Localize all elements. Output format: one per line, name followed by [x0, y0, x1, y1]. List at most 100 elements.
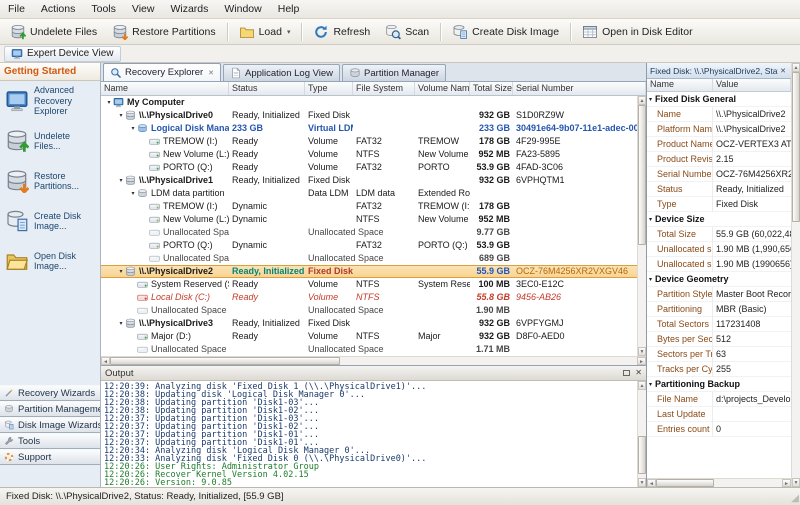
create-disk-image-button[interactable]: Create Disk Image — [445, 21, 566, 43]
tree-row-unallocated-space[interactable]: Unallocated SpaceUnallocated Space1.71 M… — [101, 343, 637, 356]
expander-icon[interactable]: ▾ — [117, 317, 125, 330]
tree-row-tremow-i[interactable]: TREMOW (I:)DynamicFAT32TREMOW (I:)178 GB — [101, 200, 637, 213]
column-header-status[interactable]: Status — [229, 82, 305, 95]
tree-row-physicaldrive3[interactable]: ▾\\.\PhysicalDrive3Ready, InitializedFix… — [101, 317, 637, 330]
open-in-disk-editor-button[interactable]: Open in Disk Editor — [575, 21, 699, 43]
tree-row-physicaldrive1[interactable]: ▾\\.\PhysicalDrive1Ready, InitializedFix… — [101, 174, 637, 187]
property-row-type[interactable]: TypeFixed Disk — [647, 197, 791, 212]
sidebar-section-disk-image-wizards[interactable]: Disk Image Wizards — [0, 417, 100, 433]
property-row-unallocated-span[interactable]: Unallocated span1.90 MB (1990656) — [647, 257, 791, 272]
expander-icon[interactable]: ▾ — [129, 122, 137, 135]
output-vertical-scrollbar[interactable]: ▲ ▼ — [637, 381, 646, 487]
scrollbar-thumb[interactable] — [792, 72, 800, 222]
sidebar-item-create-disk-image[interactable]: Create Disk Image... — [0, 201, 100, 241]
property-row-partition-style[interactable]: Partition StyleMaster Boot Record — [647, 287, 791, 302]
property-group-fixed-disk-general[interactable]: ▾Fixed Disk General — [647, 92, 791, 107]
expander-icon[interactable]: ▾ — [117, 109, 125, 122]
property-group-device-size[interactable]: ▾Device Size — [647, 212, 791, 227]
properties-horizontal-scrollbar[interactable]: ◄ ► — [647, 478, 791, 487]
expander-icon[interactable]: ▾ — [117, 174, 125, 187]
group-expander-icon[interactable]: ▾ — [649, 381, 652, 388]
property-group-device-geometry[interactable]: ▾Device Geometry — [647, 272, 791, 287]
resize-grip[interactable]: ◢ — [791, 493, 799, 505]
sidebar-section-tools[interactable]: Tools — [0, 433, 100, 449]
scroll-right-icon[interactable]: ► — [637, 357, 646, 365]
sidebar-item-restore-partitions[interactable]: Restore Partitions... — [0, 161, 100, 201]
sidebar-item-advanced-recovery-explorer[interactable]: Advanced Recovery Explorer — [0, 81, 100, 121]
scroll-right-icon[interactable]: ► — [782, 479, 791, 487]
scrollbar-thumb[interactable] — [638, 105, 646, 245]
property-row-tracks-per-cylinder[interactable]: Tracks per Cylinder255 — [647, 362, 791, 377]
tree-row-ldm-data-partition[interactable]: ▾LDM data partitionData LDMLDM dataExten… — [101, 187, 637, 200]
restore-partitions-button[interactable]: Restore Partitions — [105, 21, 222, 43]
property-row-product-revision[interactable]: Product Revision2.15 — [647, 152, 791, 167]
tree-row-porto-q[interactable]: PORTO (Q:)ReadyVolumeFAT32PORTO53.9 GB4F… — [101, 161, 637, 174]
property-row-unallocated-space[interactable]: Unallocated space1.90 MB (1,990,656 b — [647, 242, 791, 257]
property-row-name[interactable]: Name\\.\PhysicalDrive2 — [647, 107, 791, 122]
sidebar-item-open-disk-image[interactable]: Open Disk Image... — [0, 241, 100, 281]
property-row-product-name[interactable]: Product NameOCZ-VERTEX3 ATA D — [647, 137, 791, 152]
column-header-value[interactable]: Value — [713, 79, 791, 91]
close-properties-icon[interactable]: ✕ — [778, 67, 788, 75]
scroll-left-icon[interactable]: ◄ — [647, 479, 656, 487]
sidebar-section-recovery-wizards[interactable]: Recovery Wizards — [0, 385, 100, 401]
scroll-down-icon[interactable]: ▼ — [792, 478, 800, 487]
property-row-total-sectors[interactable]: Total Sectors117231408 — [647, 317, 791, 332]
tree-row-unallocated-space[interactable]: Unallocated SpaceUnallocated Space689 GB — [101, 252, 637, 265]
scroll-down-icon[interactable]: ▼ — [638, 347, 646, 356]
expander-icon[interactable]: ▾ — [129, 187, 137, 200]
column-header-name[interactable]: Name — [101, 82, 229, 95]
tree-row-system-reserved-s[interactable]: System Reserved (S:)ReadyVolumeNTFSSyste… — [101, 278, 637, 291]
table-vertical-scrollbar[interactable]: ▲ ▼ — [637, 96, 646, 356]
property-row-file-name[interactable]: File Named:\projects_Developm — [647, 392, 791, 407]
scrollbar-thumb[interactable] — [656, 479, 714, 487]
property-row-total-size[interactable]: Total Size55.9 GB (60,022,480 b — [647, 227, 791, 242]
tree-row-unallocated-space[interactable]: Unallocated SpaceUnallocated Space1.90 M… — [101, 304, 637, 317]
menu-file[interactable]: File — [0, 0, 33, 18]
tree-row-my-computer[interactable]: ▾My Computer — [101, 96, 637, 109]
column-header-volume-name[interactable]: Volume Name — [415, 82, 470, 95]
tab-application-log-view[interactable]: Application Log View — [223, 64, 340, 81]
scrollbar-thumb[interactable] — [110, 357, 340, 365]
scroll-left-icon[interactable]: ◄ — [101, 357, 110, 365]
undelete-files-button[interactable]: Undelete Files — [3, 21, 104, 43]
property-row-serial-number[interactable]: Serial NumberOCZ-76M4256XR2V — [647, 167, 791, 182]
property-row-entries-count[interactable]: Entries count0 — [647, 422, 791, 437]
tree-row-new-volume-l[interactable]: New Volume (L:)DynamicNTFSNew Volume (L:… — [101, 213, 637, 226]
menu-actions[interactable]: Actions — [33, 0, 83, 18]
scrollbar-thumb[interactable] — [638, 436, 646, 475]
group-expander-icon[interactable]: ▾ — [649, 216, 652, 223]
tab-recovery-explorer[interactable]: Recovery Explorer✕ — [103, 63, 221, 81]
group-expander-icon[interactable]: ▾ — [649, 276, 652, 283]
menu-wizards[interactable]: Wizards — [162, 0, 216, 18]
menu-window[interactable]: Window — [216, 0, 269, 18]
expert-device-view-button[interactable]: Expert Device View — [4, 46, 121, 62]
tree-row-physicaldrive0[interactable]: ▾\\.\PhysicalDrive0Ready, InitializedFix… — [101, 109, 637, 122]
expander-icon[interactable]: ▾ — [117, 265, 125, 278]
sidebar-section-support[interactable]: Support — [0, 449, 100, 465]
tab-close-icon[interactable]: ✕ — [208, 69, 214, 77]
property-group-partitioning-backup[interactable]: ▾Partitioning Backup — [647, 377, 791, 392]
sidebar-item-undelete-files[interactable]: Undelete Files... — [0, 121, 100, 161]
tree-row-porto-q[interactable]: PORTO (Q:)DynamicFAT32PORTO (Q:)53.9 GB — [101, 239, 637, 252]
scroll-up-icon[interactable]: ▲ — [638, 381, 646, 390]
scroll-up-icon[interactable]: ▲ — [638, 96, 646, 105]
tree-row-tremow-i[interactable]: TREMOW (I:)ReadyVolumeFAT32TREMOW178 GB4… — [101, 135, 637, 148]
table-horizontal-scrollbar[interactable]: ◄ ► — [101, 356, 646, 365]
column-header-total-size[interactable]: Total Size — [470, 82, 513, 95]
tree-row-major-d[interactable]: Major (D:)ReadyVolumeNTFSMajor932 GBD8F0… — [101, 330, 637, 343]
property-row-partitioning[interactable]: PartitioningMBR (Basic) — [647, 302, 791, 317]
sidebar-section-partition-management[interactable]: Partition Management — [0, 401, 100, 417]
scan-button[interactable]: Scan — [378, 21, 436, 43]
tree-row-unallocated-space[interactable]: Unallocated SpaceUnallocated Space9.77 G… — [101, 226, 637, 239]
property-row-bytes-per-sector[interactable]: Bytes per Sector512 — [647, 332, 791, 347]
property-row-sectors-per-track[interactable]: Sectors per Track63 — [647, 347, 791, 362]
menu-help[interactable]: Help — [270, 0, 308, 18]
tree-row-physicaldrive2[interactable]: ▾\\.\PhysicalDrive2Ready, InitializedFix… — [101, 265, 637, 278]
column-header-file-system[interactable]: File System — [353, 82, 415, 95]
dropdown-caret-icon[interactable]: ▾ — [287, 28, 291, 36]
properties-vertical-scrollbar[interactable]: ▲ ▼ — [791, 63, 800, 487]
scroll-up-icon[interactable]: ▲ — [792, 63, 800, 72]
close-output-icon[interactable]: ✕ — [635, 368, 642, 378]
menu-tools[interactable]: Tools — [83, 0, 124, 18]
